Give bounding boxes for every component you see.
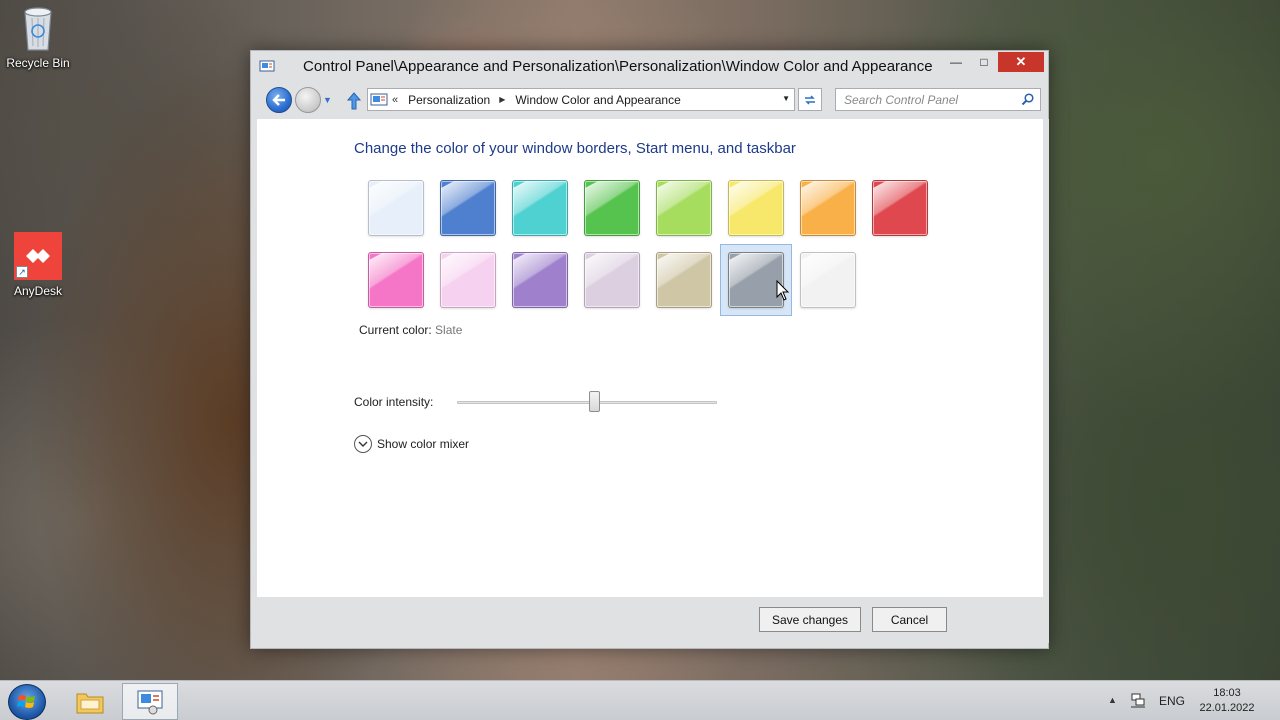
control-panel-icon [259, 58, 275, 74]
color-intensity-slider-track[interactable] [457, 401, 717, 404]
close-button[interactable]: ✕ [998, 52, 1044, 72]
search-box[interactable] [835, 88, 1041, 111]
color-swatch-twilight[interactable] [432, 172, 504, 244]
color-swatch-fill [584, 252, 640, 308]
main-content: Change the color of your window borders,… [257, 119, 1043, 597]
color-swatch-fill [800, 180, 856, 236]
color-swatch-fuchsia[interactable] [360, 244, 432, 316]
color-swatch-fill [656, 252, 712, 308]
color-swatch-sky[interactable] [360, 172, 432, 244]
maximize-button[interactable]: □ [971, 52, 997, 72]
taskbar: ▲ ENG 18:03 22.01.2022 [0, 680, 1280, 720]
color-swatch-lime[interactable] [648, 172, 720, 244]
minimize-button[interactable]: — [943, 52, 969, 72]
desktop-icon-label: Recycle Bin [6, 56, 70, 70]
cancel-button[interactable]: Cancel [872, 607, 947, 632]
taskbar-file-explorer[interactable] [62, 683, 118, 720]
color-swatch-fill [368, 252, 424, 308]
color-swatch-frost[interactable] [792, 244, 864, 316]
color-swatch-fill [368, 180, 424, 236]
control-panel-window: Control Panel\Appearance and Personaliza… [250, 50, 1049, 649]
anydesk-icon: ↗ [14, 232, 62, 280]
recycle-bin-icon [21, 6, 55, 52]
language-indicator[interactable]: ENG [1159, 694, 1185, 708]
color-swatch-sea[interactable] [504, 172, 576, 244]
search-icon[interactable] [1021, 93, 1034, 106]
color-swatch-violet[interactable] [504, 244, 576, 316]
color-swatch-pumpkin[interactable] [792, 172, 864, 244]
back-arrow-icon [272, 94, 285, 106]
show-hidden-icons-icon[interactable]: ▲ [1108, 695, 1117, 705]
color-swatch-fill [512, 180, 568, 236]
color-swatch-fill [800, 252, 856, 308]
color-intensity-slider-thumb[interactable] [589, 391, 601, 412]
chevron-down-icon [354, 435, 372, 453]
forward-button[interactable] [295, 87, 321, 113]
address-dropdown-icon[interactable]: ▼ [782, 94, 790, 103]
breadcrumb-personalization[interactable]: Personalization [408, 93, 490, 107]
color-swatch-fill [656, 180, 712, 236]
color-swatch-sun[interactable] [720, 172, 792, 244]
window-title: Control Panel\Appearance and Personaliza… [303, 58, 933, 75]
color-swatch-fill [440, 252, 496, 308]
current-color-label: Current color: [359, 323, 432, 337]
color-swatch-ruby[interactable] [864, 172, 936, 244]
recent-pages-dropdown-icon[interactable]: ▼ [323, 95, 333, 105]
show-color-mixer-label: Show color mixer [377, 437, 470, 451]
desktop-icon-recycle-bin[interactable]: Recycle Bin [0, 6, 76, 70]
folder-icon [76, 693, 104, 713]
up-arrow-icon[interactable] [346, 92, 362, 110]
breadcrumb-overflow[interactable]: « [392, 94, 398, 106]
clock[interactable]: 18:03 22.01.2022 [1196, 686, 1258, 716]
search-input[interactable] [836, 89, 1016, 110]
network-icon[interactable] [1130, 692, 1146, 708]
breadcrumb-window-color[interactable]: Window Color and Appearance [515, 93, 680, 107]
color-swatch-taupe[interactable] [648, 244, 720, 316]
start-button[interactable] [8, 684, 46, 720]
show-color-mixer-toggle[interactable]: Show color mixer [354, 435, 469, 453]
control-panel-icon [370, 92, 388, 108]
color-intensity-label: Color intensity: [354, 395, 434, 409]
mouse-cursor-icon [776, 279, 790, 302]
color-swatch-fill [584, 180, 640, 236]
color-swatch-blush[interactable] [432, 244, 504, 316]
address-bar[interactable]: « Personalization ▶ Window Color and App… [367, 88, 795, 111]
save-changes-button[interactable]: Save changes [759, 607, 861, 632]
refresh-button[interactable] [798, 88, 822, 111]
desktop-icon-anydesk[interactable]: ↗ AnyDesk [0, 232, 76, 298]
page-heading: Change the color of your window borders,… [354, 140, 796, 157]
back-button[interactable] [266, 87, 292, 113]
color-swatch-lavender[interactable] [576, 244, 648, 316]
refresh-icon [805, 94, 815, 105]
control-panel-icon [137, 690, 163, 714]
current-color-row: Current color: Slate [359, 323, 462, 337]
color-swatch-fill [872, 180, 928, 236]
color-swatch-fill [440, 180, 496, 236]
color-swatch-fill [512, 252, 568, 308]
clock-time: 18:03 [1213, 687, 1241, 699]
window-border-right [1043, 119, 1049, 643]
dialog-footer: Save changes Cancel [257, 597, 1043, 643]
clock-date: 22.01.2022 [1199, 702, 1255, 714]
taskbar-control-panel[interactable] [122, 683, 178, 720]
desktop-icon-label: AnyDesk [13, 284, 63, 298]
color-swatch-fill [728, 180, 784, 236]
windows-logo-icon [17, 695, 35, 708]
shortcut-arrow-icon: ↗ [16, 266, 28, 278]
color-swatch-leaf[interactable] [576, 172, 648, 244]
breadcrumb-separator-icon[interactable]: ▶ [499, 95, 505, 104]
navigation-bar: ▼ « Personalization ▶ Window Color and A… [251, 84, 1048, 118]
current-color-value: Slate [435, 323, 463, 337]
title-bar[interactable]: Control Panel\Appearance and Personaliza… [251, 51, 1048, 83]
